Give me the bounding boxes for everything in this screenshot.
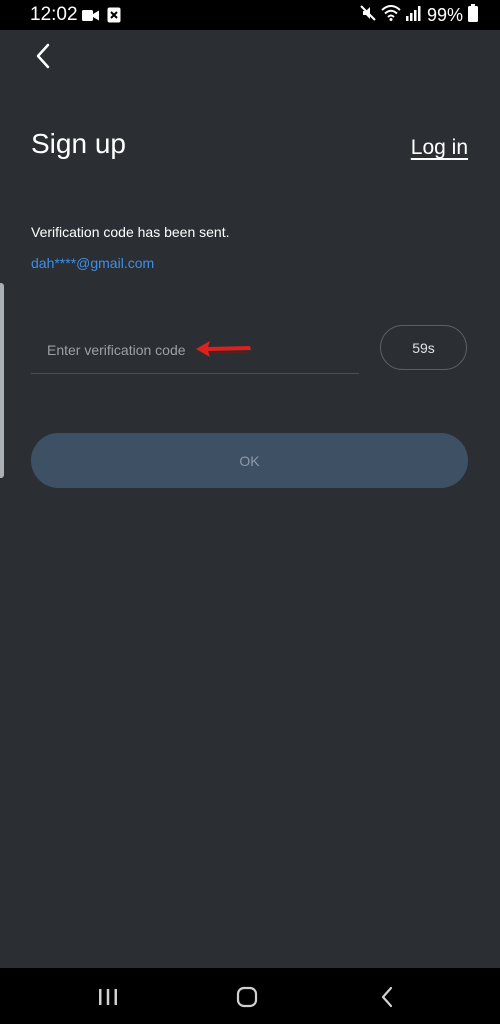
video-camera-icon: [82, 9, 99, 27]
masked-email: dah****@gmail.com: [31, 255, 155, 271]
status-time: 12:02: [30, 4, 78, 25]
edge-panel-handle[interactable]: [0, 283, 4, 478]
login-link[interactable]: Log in: [411, 136, 468, 160]
home-button[interactable]: [232, 982, 262, 1012]
mute-icon: [360, 5, 376, 26]
battery-icon: [468, 4, 478, 27]
navigation-bar: [0, 968, 500, 1024]
verification-code-input[interactable]: [31, 326, 359, 374]
battery-percent: 99%: [426, 5, 463, 25]
ok-button[interactable]: OK: [31, 433, 468, 488]
signal-icon: [405, 5, 422, 26]
recent-apps-button[interactable]: [93, 982, 123, 1012]
home-icon: [236, 986, 258, 1008]
status-bar: 12:02 99%: [0, 0, 500, 30]
chevron-left-icon: [36, 43, 50, 69]
system-back-button[interactable]: [372, 982, 402, 1012]
back-icon: [381, 986, 393, 1008]
code-sent-message: Verification code has been sent.: [31, 224, 230, 240]
resend-countdown-button[interactable]: 59s: [380, 325, 467, 370]
red-arrow-annotation-icon: [196, 341, 251, 357]
status-right-icons: 99%: [360, 4, 478, 27]
sign-up-screen: 12:02 99% Sign up Log in Verification co…: [0, 0, 500, 1024]
back-button[interactable]: [28, 40, 58, 72]
page-title: Sign up: [31, 128, 126, 159]
recent-apps-icon: [99, 989, 117, 1005]
status-left-icons: [82, 7, 121, 28]
screenshot-icon: [107, 7, 121, 28]
wifi-icon: [381, 5, 401, 26]
